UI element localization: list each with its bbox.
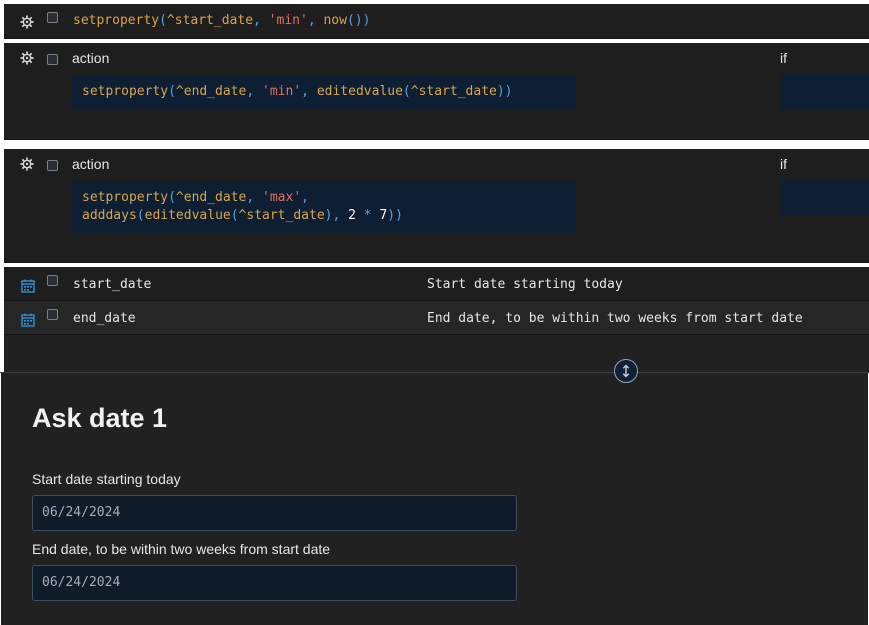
code-token: , xyxy=(301,84,317,99)
row-checkbox[interactable] xyxy=(47,12,58,23)
code-token: , xyxy=(246,84,263,99)
code-token: ^start_date xyxy=(166,13,254,28)
code-token: ( xyxy=(159,13,167,28)
code-token: ()) xyxy=(346,13,371,28)
code-token: setproperty xyxy=(82,190,169,205)
editor-empty-area xyxy=(4,335,869,372)
if-label: if xyxy=(780,50,787,66)
action-label: action xyxy=(72,156,110,172)
code-token: ( xyxy=(168,84,176,99)
gear-icon[interactable] xyxy=(20,157,34,171)
calendar-icon xyxy=(21,313,35,327)
code-token: 'min' xyxy=(262,84,302,99)
row-checkbox[interactable] xyxy=(47,275,58,286)
field-description: Start date starting today xyxy=(427,277,623,292)
gear-icon[interactable] xyxy=(20,15,34,29)
code-token: ^end_date xyxy=(175,84,247,99)
gear-icon[interactable] xyxy=(20,51,34,65)
code-token: , xyxy=(307,13,324,28)
code-token: , xyxy=(301,190,309,205)
action-code-editor[interactable]: setproperty(^end_date, 'max', adddays(ed… xyxy=(72,181,575,233)
code-token: , xyxy=(246,190,263,205)
code-token: ), xyxy=(324,208,349,223)
page-title: Ask date 1 xyxy=(32,403,168,433)
action-code-editor[interactable]: setproperty(^end_date, 'min', editedvalu… xyxy=(72,75,575,109)
form-preview: Ask date 1 Start date starting today 06/… xyxy=(1,373,868,625)
row-checkbox[interactable] xyxy=(47,160,58,171)
start-date-input[interactable]: 06/24/2024 xyxy=(32,495,517,531)
end-date-label: End date, to be within two weeks from st… xyxy=(32,541,331,557)
field-row-start-date[interactable]: start_date Start date starting today xyxy=(4,267,869,301)
code-token: now xyxy=(323,13,347,28)
if-condition-editor[interactable] xyxy=(781,74,869,109)
code-token: setproperty xyxy=(82,84,169,99)
field-name: start_date xyxy=(73,277,152,292)
code-token: ^start_date xyxy=(410,84,497,99)
field-description: End date, to be within two weeks from st… xyxy=(427,311,803,326)
code-token: ( xyxy=(402,84,411,99)
code-line-1: setproperty(^end_date, 'max', xyxy=(82,189,309,207)
code-token: ( xyxy=(168,190,176,205)
field-row-end-date[interactable]: end_date End date, to be within two week… xyxy=(4,301,869,335)
code-token: )) xyxy=(496,84,513,99)
code-token: * xyxy=(355,208,380,223)
end-date-input[interactable]: 06/24/2024 xyxy=(32,565,517,601)
code-line-2: adddays(editedvalue(^start_date), 2 * 7)… xyxy=(82,207,403,225)
code-token: ( xyxy=(136,208,145,223)
code-token: ( xyxy=(230,208,239,223)
code-token: )) xyxy=(387,208,403,223)
if-label: if xyxy=(780,156,787,172)
code-token: , xyxy=(253,13,269,28)
code-token: 2 xyxy=(348,208,356,223)
rule-row-2[interactable]: action setproperty(^end_date, 'min', edi… xyxy=(4,43,869,140)
if-condition-editor[interactable] xyxy=(781,180,869,215)
code-text: setproperty(^end_date, 'min', editedvalu… xyxy=(82,83,513,101)
start-date-label: Start date starting today xyxy=(32,471,181,487)
rule-row-1[interactable]: setproperty(^start_date, 'min', now()) xyxy=(4,4,869,39)
code-token: 'min' xyxy=(268,13,308,28)
resize-vertical-icon[interactable] xyxy=(614,359,638,383)
code-token: editedvalue xyxy=(316,84,403,99)
calendar-icon xyxy=(21,279,35,293)
action-label: action xyxy=(72,50,110,66)
code-text[interactable]: setproperty(^start_date, 'min', now()) xyxy=(73,13,370,28)
code-token: setproperty xyxy=(73,13,160,28)
code-token: ^start_date xyxy=(238,208,325,223)
code-token: 'max' xyxy=(262,190,302,205)
code-token: adddays xyxy=(82,208,137,223)
code-token: ^end_date xyxy=(175,190,247,205)
row-checkbox[interactable] xyxy=(47,309,58,320)
code-token: editedvalue xyxy=(144,208,231,223)
rule-row-3[interactable]: action setproperty(^end_date, 'max', add… xyxy=(4,149,869,263)
editor-panel: setproperty(^start_date, 'min', now()) a… xyxy=(0,0,869,372)
row-checkbox[interactable] xyxy=(47,54,58,65)
field-name: end_date xyxy=(73,311,136,326)
